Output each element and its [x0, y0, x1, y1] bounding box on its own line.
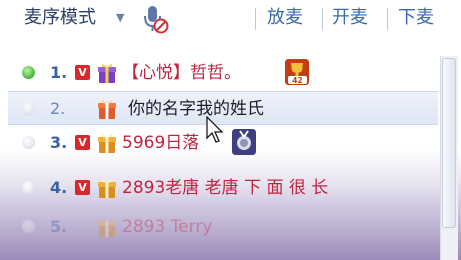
- mic-queue-list: 1. V 【心悦】哲哲。 42 2. 你的名字我的姓氏 3. V 5969日落 …: [8, 56, 438, 260]
- trophy-icon: 42: [285, 59, 309, 85]
- queue-user-name: 你的名字我的姓氏: [128, 99, 264, 119]
- queue-row[interactable]: 1. V 【心悦】哲哲。 42: [8, 56, 438, 90]
- toolbar-divider: [322, 8, 323, 30]
- open-mic-button[interactable]: 开麦: [332, 6, 368, 30]
- chevron-down-icon[interactable]: ▼: [116, 11, 124, 25]
- scrollbar-thumb[interactable]: [442, 58, 456, 228]
- queue-number: 1.: [50, 63, 68, 82]
- toolbar-divider: [387, 8, 388, 30]
- offline-status-icon: [22, 181, 35, 194]
- queue-number: 5.: [50, 217, 68, 236]
- queue-number: 3.: [50, 133, 68, 152]
- queue-row[interactable]: 4. V 2893老唐 老唐 下 面 很 长: [8, 171, 438, 205]
- mic-mode-label[interactable]: 麦序模式: [24, 6, 96, 30]
- gift-icon: [98, 221, 116, 237]
- gift-icon: [98, 100, 116, 119]
- toolbar-divider: [255, 8, 256, 30]
- vip-icon: V: [75, 135, 90, 150]
- vip-icon: V: [75, 65, 90, 80]
- offline-status-icon: [22, 220, 35, 233]
- gift-icon: [98, 64, 116, 83]
- queue-user-name: 2893老唐 老唐 下 面 很 长: [122, 178, 329, 198]
- cursor-icon: [206, 116, 224, 143]
- toolbar: 麦序模式 ▼ 放麦 开麦 下麦: [0, 0, 461, 38]
- gift-icon: [98, 134, 116, 153]
- vip-icon: V: [75, 180, 90, 195]
- gift-icon: [98, 179, 116, 198]
- trophy-count: 42: [292, 76, 302, 85]
- release-mic-button[interactable]: 放麦: [267, 6, 303, 30]
- queue-user-name: 2893 Terry: [122, 217, 213, 237]
- offline-status-icon: [22, 102, 35, 115]
- queue-number: 4.: [50, 178, 68, 197]
- medal-icon: [232, 129, 256, 155]
- queue-row[interactable]: 5. 2893 Terry: [8, 210, 438, 244]
- queue-user-name: 【心悦】哲哲。: [122, 63, 241, 83]
- queue-number: 2.: [50, 99, 66, 118]
- queue-user-name: 5969日落: [122, 133, 200, 153]
- mic-queue-panel: 麦序模式 ▼ 放麦 开麦 下麦 1. V 【心悦】哲哲。 42 2. 你的名字我…: [0, 0, 461, 260]
- offline-status-icon: [22, 136, 35, 149]
- online-status-icon: [22, 66, 35, 79]
- queue-scrollbar[interactable]: [440, 56, 458, 260]
- leave-mic-button[interactable]: 下麦: [398, 6, 434, 30]
- mic-muted-icon[interactable]: [141, 4, 169, 34]
